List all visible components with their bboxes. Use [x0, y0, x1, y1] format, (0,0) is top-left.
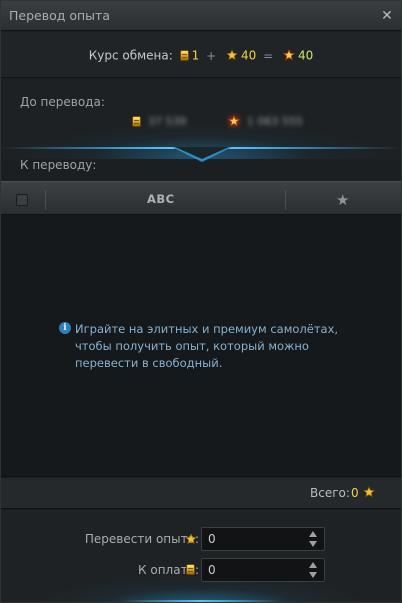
select-all-checkbox[interactable]: [16, 194, 28, 206]
rate-gold-amount: 1: [191, 48, 200, 63]
info-icon: i: [59, 322, 71, 334]
free-xp-balance-value: 1 063 555: [246, 115, 303, 128]
close-button[interactable]: ✕: [377, 6, 397, 26]
transfer-xp-value[interactable]: 0: [208, 532, 216, 546]
transfer-form: Перевести опыта: 0 К оплате: 0: [1, 510, 401, 602]
header-divider: [285, 190, 286, 210]
payment-spinner[interactable]: [309, 562, 318, 578]
titlebar[interactable]: Перевод опыта ✕: [1, 1, 401, 31]
increment-arrow-icon[interactable]: [309, 562, 317, 568]
sort-by-name-column[interactable]: ABC: [147, 192, 175, 206]
total-label: Всего:: [310, 486, 350, 500]
increment-arrow-icon[interactable]: [309, 531, 317, 537]
decrement-arrow-icon[interactable]: [309, 541, 317, 547]
exchange-rate-label: Курс обмена:: [88, 48, 173, 63]
before-transfer-label: До перевода:: [20, 95, 105, 109]
rate-xp-amount: 40: [240, 48, 257, 63]
close-icon[interactable]: ✕: [381, 8, 393, 24]
vehicle-list[interactable]: i Играйте на элитных и премиум самолётах…: [1, 215, 401, 477]
down-arrow-notch-inner: [175, 147, 229, 159]
gold-balance: 37 539: [129, 114, 186, 128]
exchange-rate-row: Курс обмена: 1 + 40 = 40: [1, 32, 401, 78]
free-xp-star-icon: [282, 49, 295, 61]
total-row: Всего: 0: [1, 478, 401, 509]
header-divider: [45, 190, 46, 210]
decrement-arrow-icon[interactable]: [309, 572, 317, 578]
gold-balance-value: 37 539: [147, 115, 187, 128]
transfer-xp-label: Перевести опыта:: [84, 532, 199, 546]
sort-by-xp-star-icon[interactable]: ★: [336, 191, 349, 209]
payment-value[interactable]: 0: [208, 563, 216, 577]
to-transfer-label: К переводу:: [20, 158, 97, 172]
free-xp-balance: 1 063 555: [225, 114, 303, 128]
gold-coin-icon: [179, 49, 189, 61]
free-xp-star-icon: [228, 115, 240, 127]
xp-star-icon: [363, 486, 375, 498]
xp-star-icon: [226, 49, 238, 61]
dialog-title: Перевод опыта: [9, 8, 110, 23]
transfer-xp-stepper[interactable]: 0: [201, 527, 325, 551]
transfer-xp-dialog: Перевод опыта ✕ Курс обмена: 1 + 40 = 40…: [0, 0, 402, 603]
total-value: 0: [351, 486, 359, 500]
transfer-xp-spinner[interactable]: [309, 531, 318, 547]
rate-free-xp-amount: 40: [297, 48, 314, 63]
xp-star-icon: [185, 533, 197, 545]
equals-sign: =: [263, 48, 274, 63]
vehicle-table-header: ABC ★: [1, 181, 401, 215]
gold-coin-icon: [186, 564, 195, 575]
payment-stepper[interactable]: 0: [201, 558, 325, 582]
gold-coin-icon: [132, 115, 141, 127]
plus-sign: +: [206, 48, 217, 63]
empty-list-message: Играйте на элитных и премиум самолётах, …: [75, 322, 339, 370]
payment-label: К оплате:: [138, 563, 199, 577]
